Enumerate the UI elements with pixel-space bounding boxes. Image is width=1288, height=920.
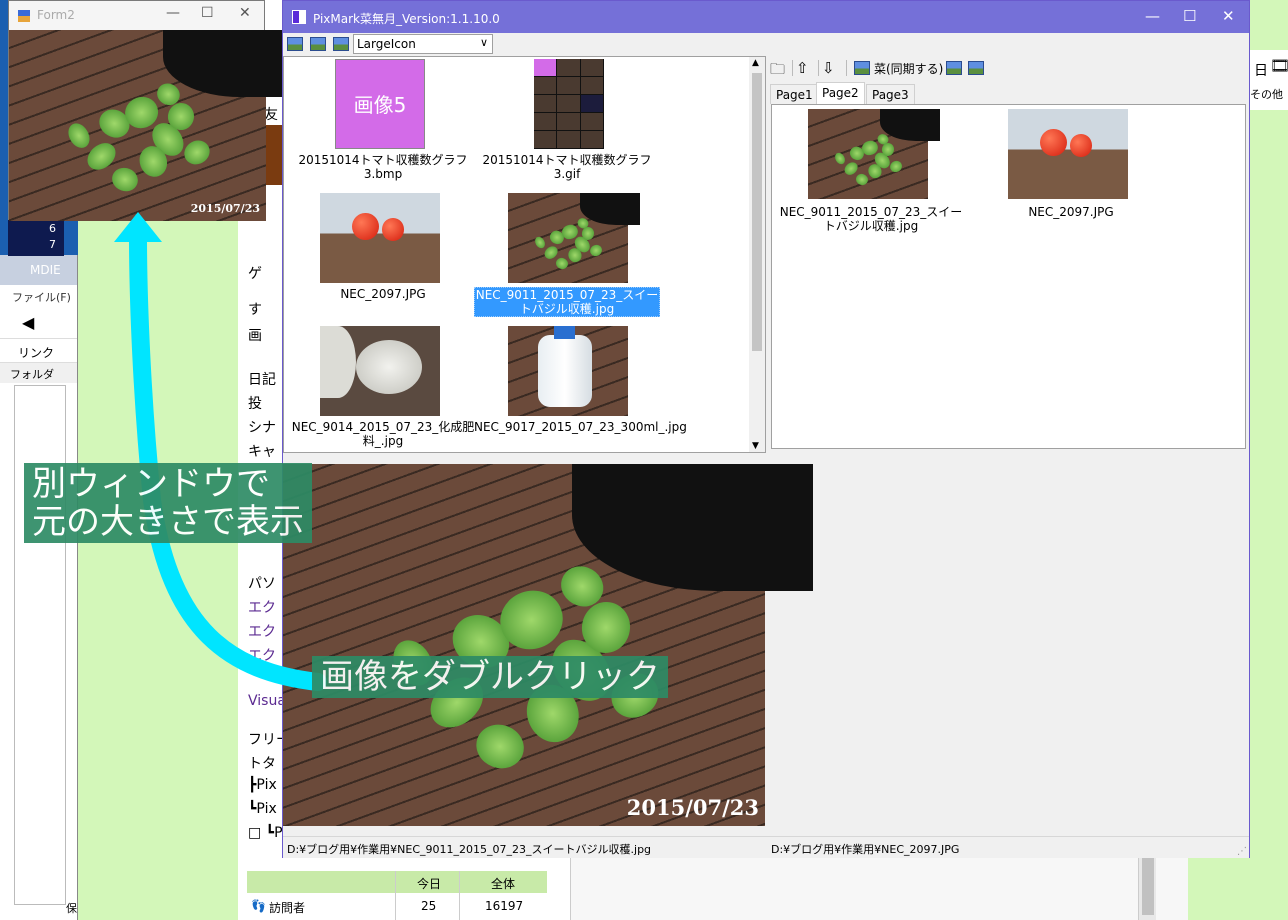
annotation-text: 別ウィンドウで [32, 464, 270, 504]
annotation-note-1: 別ウィンドウで 元の大きさで表示 [24, 463, 312, 543]
annotation-text: 元の大きさで表示 [32, 502, 304, 542]
annotation-note-2: 画像をダブルクリック [312, 656, 668, 698]
annotation-arrow [114, 212, 327, 691]
